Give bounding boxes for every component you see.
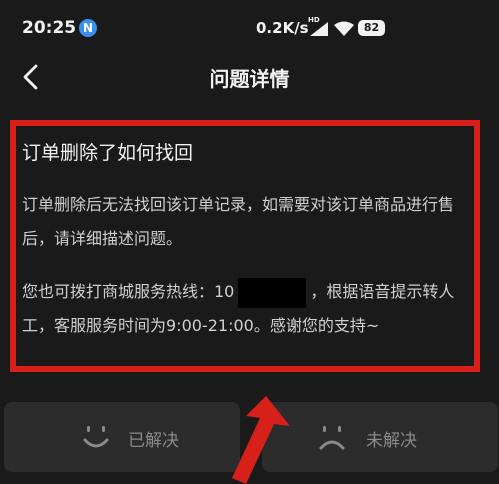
wifi-icon [334,21,354,36]
resolved-button[interactable]: 已解决 [4,402,240,472]
status-time: 20:25 [22,18,77,38]
screen: 20:25 N 0.2K/s HD 82 问题详情 订单删除了如何找回 订单删除… [0,0,499,484]
network-speed: 0.2K/s [256,19,309,37]
status-bar: 20:25 N 0.2K/s HD 82 [0,0,499,52]
question-title: 订单删除了如何找回 [22,142,194,164]
smile-face-icon [83,426,109,448]
unresolved-label: 未解决 [366,431,417,451]
unresolved-button[interactable]: 未解决 [262,402,498,472]
sad-face-icon [319,426,345,450]
page-title: 问题详情 [209,67,290,91]
redacted-phone-number [238,277,307,308]
battery-icon: 82 [358,20,385,36]
answer-paragraph: 订单删除后无法找回该订单记录，如需要对该订单商品进行售后，请详细描述问题。 [22,195,455,248]
signal-icon [310,22,328,36]
header-bar: 问题详情 [0,52,499,102]
app-notification-icon: N [79,19,97,37]
resolved-label: 已解决 [128,431,179,451]
hotline-paragraph: 您也可拨打商城服务热线：10 ，根据语音提示转人工，客服服务时间为9:00-21:… [22,275,484,343]
article-content: 订单删除了如何找回 订单删除后无法找回该订单记录，如需要对该订单商品进行售后，请… [0,104,499,394]
hotline-prefix: 您也可拨打商城服务热线：10 [22,282,235,301]
